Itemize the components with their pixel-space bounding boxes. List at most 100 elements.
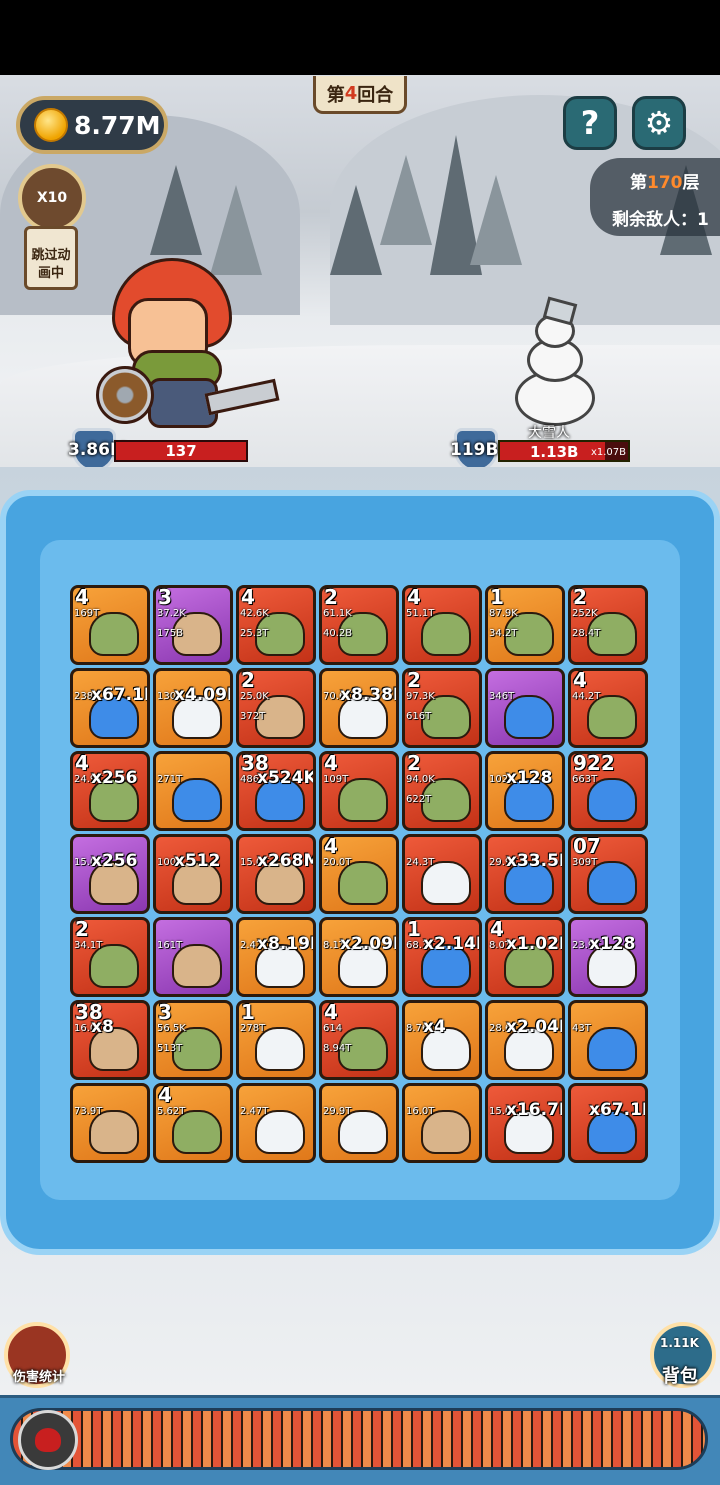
grid-cell[interactable]: 24.3T — [402, 834, 482, 914]
demon-icon — [35, 1428, 61, 1452]
cell-stat-secondary: 28.4T — [572, 628, 601, 639]
grid-cell[interactable]: 2.47T — [236, 1083, 316, 1163]
grid-cell[interactable]: 346T — [485, 668, 565, 748]
grid-cell[interactable]: 29.9Tx33.5M — [485, 834, 565, 914]
cell-multiplier: x1.02K — [506, 934, 562, 954]
grid-cell[interactable]: 922 663T — [568, 751, 648, 831]
grid-cell[interactable]: 4 51.1T — [402, 585, 482, 665]
grid-cell[interactable]: 28.6Tx2.04K — [485, 1000, 565, 1080]
cell-multiplier: x524K — [257, 768, 316, 788]
grid-cell[interactable]: 4 44.2T — [568, 668, 648, 748]
cell-multiplier: x128 — [506, 768, 553, 788]
cell-stat: 97.3K — [406, 691, 435, 702]
cell-stat-secondary: 616T — [406, 711, 432, 722]
cell-level: 4 — [490, 917, 504, 941]
cell-multiplier: x512 — [174, 851, 221, 871]
grid-cell[interactable]: 238Tx67.1M — [70, 668, 150, 748]
cell-stat: 20.0T — [323, 857, 352, 868]
cell-level: 07 — [573, 834, 601, 858]
grid-cell[interactable]: 168.3Tx2.14B — [402, 917, 482, 997]
grid-cell[interactable]: 3 56.5K 513T — [153, 1000, 233, 1080]
grid-cell[interactable]: 3 37.2K 175B — [153, 585, 233, 665]
cell-stat: 5.62T — [157, 1106, 186, 1117]
grid-cell[interactable]: 8.1Tx2.09M — [319, 917, 399, 997]
cell-stat: 109T — [323, 774, 349, 785]
blue-creature-icon — [587, 1027, 637, 1071]
cell-level: 4 — [324, 751, 338, 775]
grid-cell[interactable]: 8.76T x4 — [402, 1000, 482, 1080]
cell-stat: 87.9K — [489, 608, 518, 619]
grid-cell[interactable]: 100T x512 — [153, 834, 233, 914]
grid-cell[interactable]: 73.9T — [70, 1083, 150, 1163]
cell-level: 4 — [241, 585, 255, 609]
grid-cell[interactable]: 4 169T — [70, 585, 150, 665]
cell-multiplier: x4 — [423, 1017, 446, 1037]
cell-stat: 43T — [572, 1023, 591, 1034]
grid-cell[interactable]: 15.0T x256 — [70, 834, 150, 914]
grid-cell[interactable]: 2.47Tx8.19K — [236, 917, 316, 997]
damage-stats-label: 伤害统计 — [12, 1370, 65, 1385]
cell-multiplier: x256 — [91, 768, 138, 788]
cell-level: 3 — [158, 585, 172, 609]
grid-cell[interactable]: 43T — [568, 1000, 648, 1080]
cell-stat: 663T — [572, 774, 598, 785]
grid-cell[interactable]: 29.9T — [319, 1083, 399, 1163]
grid-cell[interactable]: 2 94.0K 622T — [402, 751, 482, 831]
grid-cell[interactable]: 15.0T x268M — [236, 834, 316, 914]
speed-button[interactable]: X10 — [18, 164, 86, 232]
speed-label: X10 — [36, 190, 68, 206]
grid-cell[interactable]: 271T — [153, 751, 233, 831]
cell-stat: 94.0K — [406, 774, 435, 785]
cell-multiplier: x2.14B — [423, 934, 479, 954]
cell-level: 4 — [158, 1083, 172, 1107]
grid-cell[interactable]: 1 87.9K 34.2T — [485, 585, 565, 665]
grid-cell[interactable]: 4 42.6K 25.3T — [236, 585, 316, 665]
grid-cell[interactable]: 70.6Tx8.38M — [319, 668, 399, 748]
round-indicator: 第 4 回合 — [313, 76, 407, 114]
shield-icon — [96, 366, 154, 424]
player-hp-bar: 137 — [114, 440, 248, 462]
grid-cell[interactable]: 15.0Tx16.7M — [485, 1083, 565, 1163]
grid-cell[interactable]: 4 20.0T — [319, 834, 399, 914]
grid-cell[interactable]: 2 34.1T — [70, 917, 150, 997]
cell-stat-secondary: 25.3T — [240, 628, 269, 639]
cell-multiplier: x67.1M — [589, 1100, 645, 1120]
help-button[interactable]: ? — [563, 96, 617, 150]
grid-cell[interactable]: 4 5.62T — [153, 1083, 233, 1163]
cell-multiplier: x4.09K — [174, 685, 230, 705]
grid-cell[interactable]: 2 97.3K 616T — [402, 668, 482, 748]
cell-stat-secondary: 175B — [157, 628, 183, 639]
grid-cell[interactable]: 23.9T x128 — [568, 917, 648, 997]
grid-cell[interactable]: 07 309T — [568, 834, 648, 914]
coin-icon — [34, 108, 68, 142]
cell-stat: 25.0K — [240, 691, 269, 702]
grid-cell[interactable]: 1 278T — [236, 1000, 316, 1080]
cell-stat: 34.1T — [74, 940, 103, 951]
skip-animation-button[interactable]: 跳过动画中 — [24, 226, 78, 290]
grid-cell[interactable]: 38 486T x524K — [236, 751, 316, 831]
grid-cell[interactable]: 16.0T — [402, 1083, 482, 1163]
gold-counter: 8.77M — [16, 96, 168, 154]
grid-cell[interactable]: 38 16.0T x8 — [70, 1000, 150, 1080]
unit-grid: 4 169T 3 37.2K 175B 4 42.6K 25.3T 2 61.1K 40.2B 4 51… — [70, 585, 650, 1165]
cell-level: 2 — [241, 668, 255, 692]
cell-stat: 278T — [240, 1023, 266, 1034]
unit-queue-track[interactable] — [10, 1408, 708, 1470]
cell-level: 4 — [324, 834, 338, 858]
cell-stat: 42.6K — [240, 608, 269, 619]
settings-button[interactable]: ⚙ — [632, 96, 686, 150]
grid-cell[interactable]: 4 24.9T x256 — [70, 751, 150, 831]
grid-cell[interactable]: 4 109T — [319, 751, 399, 831]
grid-cell[interactable]: 2 61.1K 40.2B — [319, 585, 399, 665]
enemy-armor: 119B — [450, 440, 499, 460]
grid-cell[interactable]: 161T — [153, 917, 233, 997]
grid-cell[interactable]: 102T x128 — [485, 751, 565, 831]
grid-cell[interactable]: 2 252K 28.4T — [568, 585, 648, 665]
cell-stat: 161T — [157, 940, 183, 951]
grid-cell[interactable]: 48.0Tx1.02K — [485, 917, 565, 997]
grid-cell[interactable]: 130Tx4.09K — [153, 668, 233, 748]
grid-cell[interactable]: x67.1M — [568, 1083, 648, 1163]
question-icon: ? — [580, 104, 600, 142]
grid-cell[interactable]: 2 25.0K 372T — [236, 668, 316, 748]
grid-cell[interactable]: 4 614 8.94T — [319, 1000, 399, 1080]
